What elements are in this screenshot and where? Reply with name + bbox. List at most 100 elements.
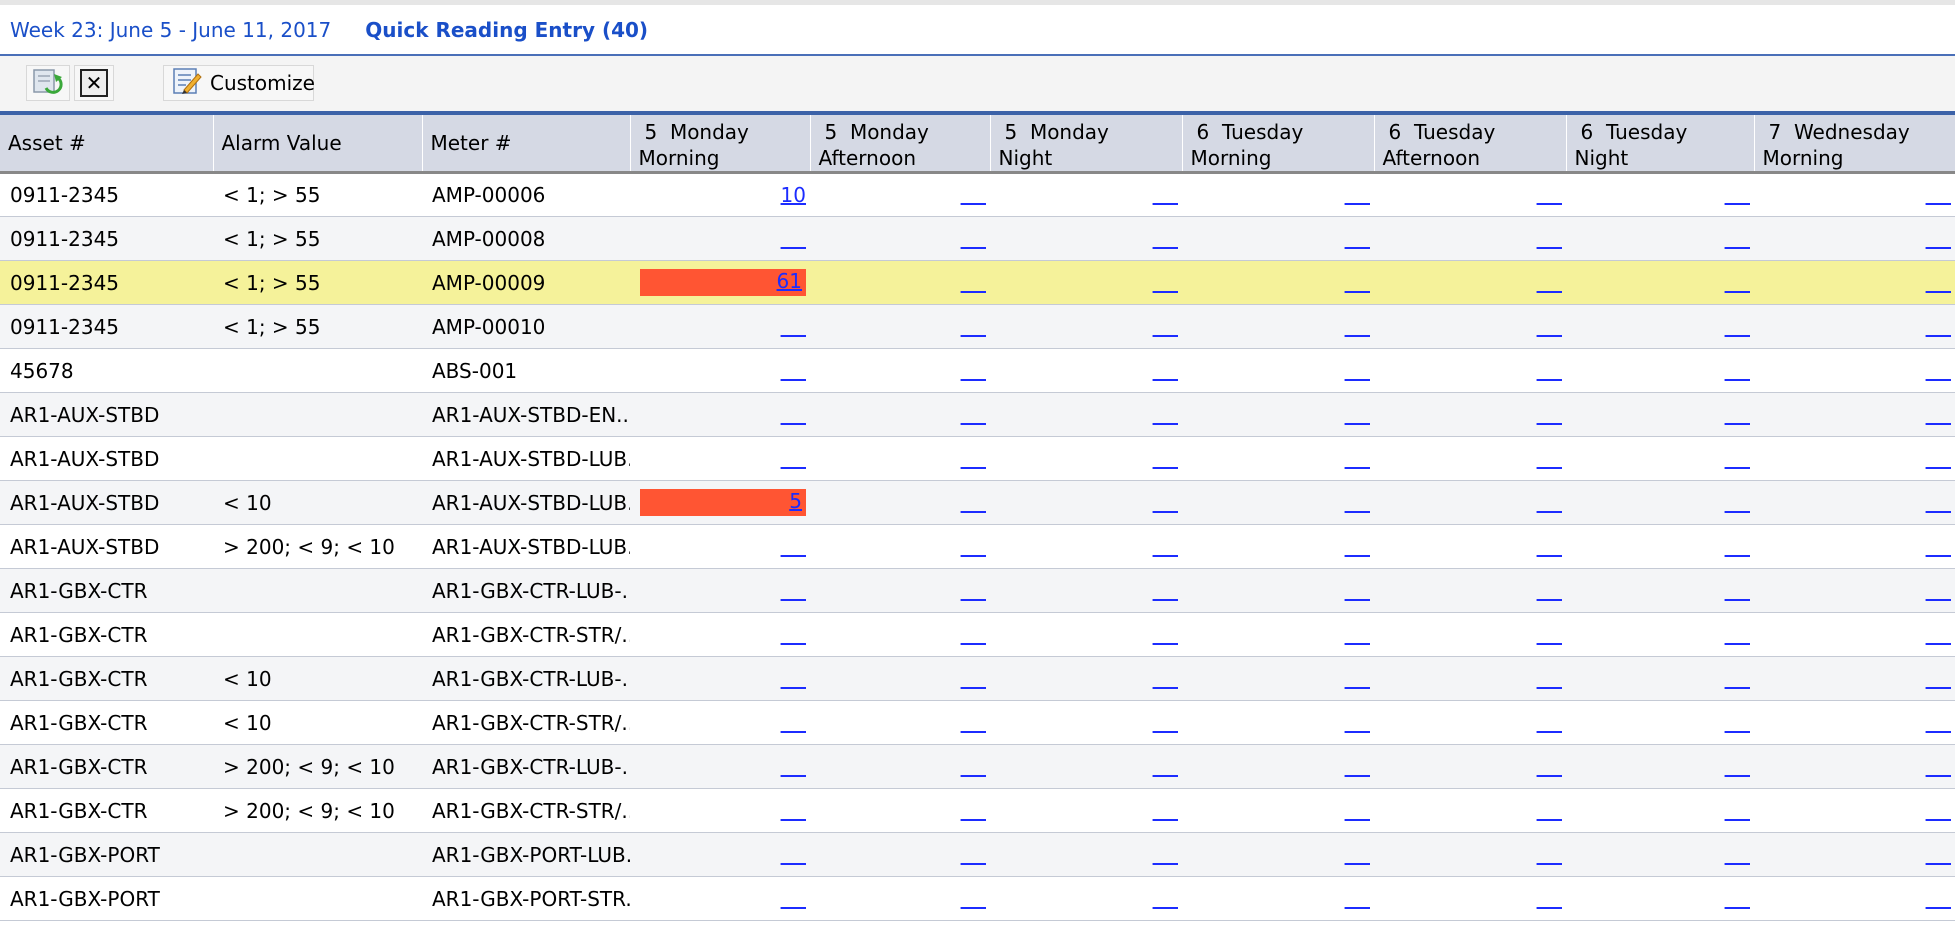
reading-link[interactable] <box>1725 579 1754 603</box>
reading-link[interactable] <box>1153 271 1182 295</box>
reading-link[interactable] <box>1725 183 1754 207</box>
reading-link[interactable] <box>1345 315 1374 339</box>
table-row[interactable]: AR1-AUX-STBD AR1-AUX-STBD-LUB.. <box>0 436 1955 481</box>
reading-link[interactable] <box>1537 623 1566 647</box>
reading-link[interactable] <box>1926 183 1955 207</box>
reading-cell[interactable] <box>630 392 810 437</box>
reading-cell[interactable] <box>990 216 1182 261</box>
reading-link[interactable] <box>1926 799 1955 823</box>
reading-link[interactable] <box>781 227 810 251</box>
reading-cell[interactable] <box>1566 216 1754 261</box>
reading-cell[interactable] <box>1754 260 1955 305</box>
reading-cell[interactable] <box>810 700 990 745</box>
reading-link[interactable] <box>1926 491 1955 515</box>
reading-link[interactable] <box>1725 623 1754 647</box>
reading-link[interactable] <box>1537 667 1566 691</box>
reading-cell[interactable] <box>1374 348 1566 393</box>
reading-link[interactable] <box>1537 183 1566 207</box>
reading-link[interactable] <box>1926 711 1955 735</box>
reading-cell[interactable] <box>1754 392 1955 437</box>
reading-link[interactable] <box>1345 227 1374 251</box>
reading-link[interactable]: 61 <box>777 269 806 293</box>
reading-link[interactable] <box>1153 491 1182 515</box>
reading-cell[interactable] <box>1754 524 1955 569</box>
reading-cell[interactable] <box>1182 876 1374 921</box>
reading-link[interactable] <box>1345 623 1374 647</box>
reading-cell[interactable] <box>810 216 990 261</box>
reading-link[interactable] <box>1926 403 1955 427</box>
reading-cell[interactable] <box>1374 524 1566 569</box>
reading-link[interactable] <box>1537 491 1566 515</box>
col-header-slot[interactable]: 6 Tuesday Night <box>1566 115 1755 174</box>
reading-link[interactable] <box>1926 667 1955 691</box>
reading-cell[interactable] <box>1374 744 1566 789</box>
reading-link[interactable] <box>1725 271 1754 295</box>
col-header-slot[interactable]: 7 Wednesday Morning <box>1754 115 1955 174</box>
reading-link[interactable] <box>781 447 810 471</box>
reading-cell[interactable] <box>1566 656 1754 701</box>
table-row[interactable]: AR1-AUX-STBD > 200; < 9; < 10 AR1-AUX-STBD… <box>0 524 1955 569</box>
customize-button[interactable]: Customize <box>163 65 315 101</box>
reading-link[interactable] <box>961 183 990 207</box>
reading-link[interactable] <box>1345 579 1374 603</box>
reading-cell[interactable] <box>1374 568 1566 613</box>
reading-cell[interactable] <box>1754 436 1955 481</box>
reading-link[interactable] <box>961 315 990 339</box>
reading-cell[interactable] <box>1566 348 1754 393</box>
col-header-slot[interactable]: 6 Tuesday Morning <box>1182 115 1375 174</box>
table-row[interactable]: 45678 ABS-001 <box>0 348 1955 393</box>
reading-link[interactable] <box>961 887 990 911</box>
reading-cell[interactable] <box>630 216 810 261</box>
col-header-alarm[interactable]: Alarm Value <box>213 115 423 174</box>
reading-cell[interactable] <box>630 436 810 481</box>
reading-link[interactable] <box>1537 799 1566 823</box>
table-row[interactable]: 0911-2345 < 1; > 55 AMP-00006 10 <box>0 172 1955 217</box>
table-row[interactable]: AR1-GBX-CTR > 200; < 9; < 10 AR1-GBX-CTR-L… <box>0 744 1955 789</box>
reading-cell[interactable] <box>1374 436 1566 481</box>
reading-link[interactable] <box>1926 579 1955 603</box>
reading-cell[interactable] <box>1374 216 1566 261</box>
reading-link[interactable] <box>1345 403 1374 427</box>
reading-link[interactable] <box>1345 711 1374 735</box>
reading-cell[interactable] <box>810 172 990 217</box>
reading-cell[interactable] <box>1754 612 1955 657</box>
reading-cell[interactable] <box>1566 612 1754 657</box>
reading-cell[interactable] <box>1374 480 1566 525</box>
reading-link[interactable] <box>1153 359 1182 383</box>
reading-link[interactable] <box>1345 535 1374 559</box>
reading-link[interactable] <box>781 799 810 823</box>
reading-cell[interactable] <box>990 436 1182 481</box>
reading-link[interactable] <box>961 271 990 295</box>
reading-link[interactable] <box>961 403 990 427</box>
reading-link[interactable] <box>781 579 810 603</box>
reading-link[interactable] <box>1926 887 1955 911</box>
reading-link[interactable] <box>1345 843 1374 867</box>
reading-cell[interactable] <box>1566 436 1754 481</box>
reading-link[interactable] <box>1345 359 1374 383</box>
reading-cell[interactable] <box>810 524 990 569</box>
reading-cell[interactable] <box>990 260 1182 305</box>
reading-cell[interactable] <box>1374 304 1566 349</box>
reading-link[interactable] <box>1153 623 1182 647</box>
reading-cell[interactable] <box>1182 568 1374 613</box>
reading-link[interactable] <box>1926 315 1955 339</box>
reading-link[interactable] <box>961 227 990 251</box>
reading-link[interactable] <box>1926 359 1955 383</box>
reading-link[interactable] <box>1926 755 1955 779</box>
reading-link[interactable] <box>961 579 990 603</box>
reading-link[interactable] <box>1926 447 1955 471</box>
reading-link[interactable] <box>1725 887 1754 911</box>
reading-link[interactable] <box>1153 711 1182 735</box>
reading-link[interactable] <box>1345 271 1374 295</box>
reading-link[interactable] <box>1153 887 1182 911</box>
reading-cell[interactable] <box>1182 172 1374 217</box>
reading-link[interactable] <box>1153 535 1182 559</box>
reading-cell[interactable] <box>990 304 1182 349</box>
reading-cell[interactable] <box>1182 832 1374 877</box>
reading-cell[interactable] <box>1182 392 1374 437</box>
reading-link[interactable] <box>781 359 810 383</box>
reading-cell[interactable] <box>810 392 990 437</box>
reading-cell[interactable] <box>1374 392 1566 437</box>
reading-cell[interactable] <box>1566 304 1754 349</box>
reading-cell[interactable] <box>1182 436 1374 481</box>
